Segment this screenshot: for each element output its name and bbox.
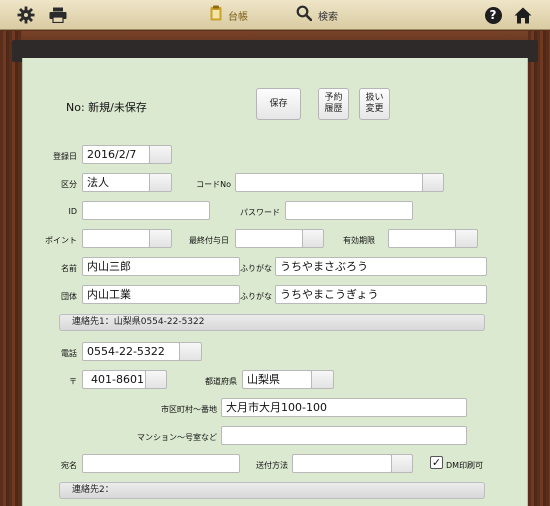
point-dropdown[interactable] — [149, 229, 172, 248]
point-label: ポイント — [45, 236, 77, 245]
search-icon — [296, 5, 313, 25]
point-field[interactable] — [82, 229, 150, 248]
handling-change-label: 扱い 変更 — [365, 93, 384, 114]
password-label: パスワード — [240, 208, 280, 217]
phone-dropdown[interactable] — [179, 342, 202, 361]
tab-search[interactable]: 検索 — [296, 4, 338, 26]
customer-form-panel: No: 新規/未保存 保存 予約 履歴 扱い 変更 登録日 2016/2/7 区… — [22, 58, 528, 506]
city-field[interactable]: 大月市大月100-100 — [221, 398, 467, 417]
zip-label: 〒 — [69, 377, 77, 386]
last-grant-field[interactable] — [235, 229, 303, 248]
shipping-dropdown[interactable] — [391, 454, 413, 473]
building-field[interactable] — [221, 426, 467, 445]
last-grant-label: 最終付与日 — [189, 236, 229, 245]
id-field[interactable] — [82, 201, 210, 220]
clipboard-icon — [210, 5, 222, 25]
gear-svg — [17, 6, 35, 24]
name-label: 名前 — [61, 264, 77, 273]
top-toolbar: 台帳 検索 ? — [0, 0, 550, 30]
category-field[interactable]: 法人 — [82, 173, 150, 192]
printer-svg — [49, 7, 67, 23]
phone-label: 電話 — [61, 349, 77, 358]
category-dropdown[interactable] — [149, 173, 172, 192]
help-icon[interactable]: ? — [482, 4, 504, 26]
org-kana-label: ふりがな — [240, 292, 272, 301]
expiry-label: 有効期限 — [343, 236, 375, 245]
reservation-history-button[interactable]: 予約 履歴 — [318, 88, 349, 120]
reg-date-dropdown[interactable] — [149, 145, 172, 164]
save-button-label: 保存 — [269, 98, 288, 109]
name-field[interactable]: 内山三郎 — [82, 257, 240, 276]
tab-search-label: 検索 — [318, 11, 338, 23]
code-field[interactable] — [235, 173, 423, 192]
last-grant-dropdown[interactable] — [302, 229, 324, 248]
printer-icon[interactable] — [47, 4, 69, 26]
org-kana-field[interactable]: うちやまこうぎょう — [275, 285, 487, 304]
prefecture-label: 都道府県 — [205, 377, 237, 386]
gear-icon[interactable] — [15, 4, 37, 26]
wood-right-edge — [528, 31, 550, 506]
dm-print-label: DM印刷可 — [446, 461, 484, 470]
help-circle: ? — [484, 6, 502, 24]
prefecture-dropdown[interactable] — [311, 370, 334, 389]
city-label: 市区町村～番地 — [161, 405, 217, 414]
addressee-label: 宛名 — [61, 461, 77, 470]
zip-dropdown[interactable] — [145, 370, 167, 389]
reg-date-label: 登録日 — [53, 152, 77, 161]
password-field[interactable] — [285, 201, 413, 220]
reservation-history-label: 予約 履歴 — [324, 93, 343, 114]
zip-field[interactable]: 401-8601 — [82, 370, 146, 389]
shipping-label: 送付方法 — [256, 461, 288, 470]
handling-change-button[interactable]: 扱い 変更 — [359, 88, 390, 120]
name-kana-field[interactable]: うちやまさぶろう — [275, 257, 487, 276]
addressee-field[interactable] — [82, 454, 240, 473]
expiry-dropdown[interactable] — [455, 229, 478, 248]
phone-field[interactable]: 0554-22-5322 — [82, 342, 180, 361]
contact2-section-bar[interactable]: 連絡先2： — [59, 482, 485, 499]
prefecture-field[interactable]: 山梨県 — [242, 370, 312, 389]
reg-date-field[interactable]: 2016/2/7 — [82, 145, 150, 164]
code-dropdown[interactable] — [422, 173, 444, 192]
org-label: 団体 — [61, 292, 77, 301]
wood-left-edge — [0, 31, 22, 506]
home-icon[interactable] — [512, 4, 534, 26]
expiry-field[interactable] — [388, 229, 456, 248]
search-svg — [296, 5, 313, 22]
id-label: ID — [68, 207, 77, 216]
clipboard-svg — [210, 5, 222, 21]
building-label: マンション～号室など — [137, 433, 217, 442]
category-label: 区分 — [61, 180, 77, 189]
save-button[interactable]: 保存 — [256, 88, 301, 120]
name-kana-label: ふりがな — [240, 264, 272, 273]
home-svg — [514, 7, 532, 23]
shipping-field[interactable] — [292, 454, 392, 473]
org-field[interactable]: 内山工業 — [82, 285, 240, 304]
code-label: コードNo — [196, 180, 231, 189]
tab-ledger-label: 台帳 — [228, 11, 248, 23]
contact1-section-bar[interactable]: 連絡先1：山梨県0554-22-5322 — [59, 314, 485, 331]
record-status: No: 新規/未保存 — [66, 101, 147, 114]
dm-print-checkbox[interactable]: ✓ — [430, 456, 443, 469]
tab-ledger[interactable]: 台帳 — [210, 4, 248, 26]
